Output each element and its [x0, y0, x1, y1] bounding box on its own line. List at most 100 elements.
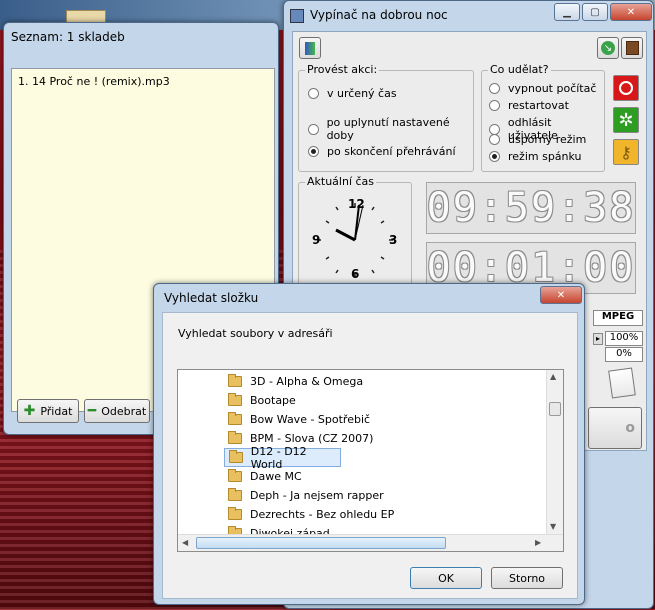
- maximize-button[interactable]: ▢: [582, 3, 608, 21]
- volume-bottom-value: 0%: [605, 347, 643, 362]
- arrow-down-right-icon: ↘: [601, 41, 615, 55]
- plus-icon: ✚: [23, 403, 36, 419]
- radio-sleep[interactable]: režim spánku: [489, 150, 582, 163]
- folder-icon: [228, 469, 242, 482]
- help-button[interactable]: [621, 37, 643, 59]
- cancel-button[interactable]: Storno: [491, 567, 563, 589]
- folder-item[interactable]: Dezrechts - Bez ohledu EP: [178, 505, 538, 524]
- folder-label: Dezrechts - Bez ohledu EP: [250, 508, 395, 521]
- clock-numeral-9: 9: [312, 233, 321, 247]
- clock-numeral-3: 3: [389, 233, 398, 247]
- folder-item[interactable]: Bootape: [178, 391, 538, 410]
- folder-item[interactable]: Dawe MC: [178, 467, 538, 486]
- radio-circle: [308, 88, 319, 99]
- main-title: Vypínač na dobrou noc: [310, 8, 448, 22]
- radio-standby[interactable]: úsporný režim: [489, 133, 586, 146]
- scroll-left-icon[interactable]: ◀: [182, 538, 188, 547]
- action-group: Provést akci: v určený čas po uplynutí n…: [298, 63, 474, 172]
- folder-label: BPM - Slova (CZ 2007): [250, 432, 374, 445]
- folder-tree[interactable]: 3D - Alpha & Omega Bootape Bow Wave - Spot…: [177, 369, 564, 552]
- radio-circle: [489, 83, 500, 94]
- volume-left-arrow[interactable]: ▸: [593, 333, 603, 345]
- radio-label: restartovat: [508, 99, 569, 112]
- skin-button[interactable]: [299, 37, 321, 59]
- radio-label: v určený čas: [327, 87, 397, 100]
- list-item[interactable]: 1. 14 Proč ne ! (remix).mp3: [12, 69, 274, 88]
- folder-item[interactable]: Bow Wave - Spotřebič: [178, 410, 538, 429]
- vertical-scrollbar[interactable]: ▲ ▼: [546, 370, 563, 536]
- folder-icon: [229, 450, 243, 463]
- radio-circle-selected: [308, 146, 319, 157]
- power-icon: [619, 81, 633, 95]
- scroll-right-icon[interactable]: ▶: [535, 538, 541, 547]
- volume-top-value: 100%: [605, 331, 643, 346]
- folder-item[interactable]: Deph - Ja nejsem rapper: [178, 486, 538, 505]
- playlist-titlebar[interactable]: Seznam: 1 skladeb: [4, 23, 278, 51]
- radio-circle: [489, 134, 500, 145]
- dialog-prompt: Vyhledat soubory v adresáři: [178, 327, 333, 340]
- cube-icon: [305, 41, 315, 55]
- remove-button[interactable]: ━ Odebrat: [84, 399, 150, 423]
- dialog-title: Vyhledat složku: [164, 291, 259, 305]
- action-group-legend: Provést akci:: [305, 63, 380, 76]
- folder-icon: [228, 431, 242, 444]
- dialog-titlebar[interactable]: Vyhledat složku: [154, 284, 584, 312]
- folder-label: Deph - Ja nejsem rapper: [250, 489, 384, 502]
- notepad-button[interactable]: [607, 366, 641, 400]
- radio-at-time[interactable]: v určený čas: [308, 87, 397, 100]
- app-icon: [290, 9, 304, 23]
- radio-circle-selected: [489, 151, 500, 162]
- radio-label: po skončení přehrávání: [327, 145, 456, 158]
- radio-label: úsporný režim: [508, 133, 587, 146]
- folder-icon: [228, 374, 242, 387]
- minus-icon: ━: [87, 403, 97, 419]
- minimize-button[interactable]: ▁: [554, 3, 580, 21]
- radio-after-duration[interactable]: po uplynutí nastavené doby: [308, 116, 473, 142]
- ok-button-label: OK: [438, 571, 454, 585]
- scroll-down-icon[interactable]: ▼: [550, 522, 556, 531]
- folder-label: Bootape: [250, 394, 296, 407]
- add-button[interactable]: ✚ Přidat: [17, 399, 79, 423]
- key-button[interactable]: ⚷: [613, 139, 639, 165]
- scroll-thumb[interactable]: [549, 402, 561, 416]
- radio-after-playback[interactable]: po skončení přehrávání: [308, 145, 456, 158]
- clock-numeral-6: 6: [351, 267, 360, 281]
- folder-icon: [228, 488, 242, 501]
- ok-button[interactable]: OK: [410, 567, 482, 589]
- radio-label: po uplynutí nastavené doby: [326, 116, 450, 142]
- radio-restart[interactable]: restartovat: [489, 99, 569, 112]
- clock-group: Aktuální čas 12 3 6 9: [298, 175, 412, 292]
- folder-label: Dawe MC: [250, 470, 302, 483]
- cancel-button-label: Storno: [508, 571, 546, 585]
- minimize-tray-button[interactable]: ↘: [597, 37, 619, 59]
- what-group-legend: Co udělat?: [488, 63, 551, 76]
- radio-label: režim spánku: [508, 150, 582, 163]
- notepad-icon: [608, 367, 636, 399]
- folder-item-selected[interactable]: D12 - D12 World: [224, 445, 341, 471]
- folder-label: Bow Wave - Spotřebič: [250, 413, 371, 426]
- close-button[interactable]: ✕: [610, 3, 652, 21]
- start-button[interactable]: ✲: [613, 107, 639, 133]
- remove-button-label: Odebrat: [101, 404, 147, 418]
- horizontal-scrollbar[interactable]: ◀ ▶: [178, 534, 563, 551]
- radio-shutdown[interactable]: vypnout počítač: [489, 82, 596, 95]
- spinner-icon: ✲: [618, 109, 634, 131]
- scroll-up-icon[interactable]: ▲: [550, 372, 556, 381]
- partial-button[interactable]: o: [588, 407, 642, 449]
- folder-item[interactable]: 3D - Alpha & Omega: [178, 372, 538, 391]
- radio-circle: [308, 123, 319, 135]
- key-icon: ⚷: [620, 142, 632, 162]
- partial-button-label: o: [625, 420, 635, 436]
- radio-circle: [489, 100, 500, 111]
- current-time-display: 09:59:38: [426, 182, 636, 234]
- folder-item[interactable]: BPM - Slova (CZ 2007): [178, 429, 538, 448]
- dialog-close-button[interactable]: ✕: [540, 286, 582, 304]
- radio-label: vypnout počítač: [508, 82, 597, 95]
- hscroll-thumb[interactable]: [196, 537, 446, 549]
- power-button[interactable]: [613, 75, 639, 101]
- format-label: MPEG: [593, 310, 643, 326]
- book-icon: [625, 41, 639, 55]
- folder-icon: [228, 507, 242, 520]
- folder-icon: [228, 393, 242, 406]
- folder-label: 3D - Alpha & Omega: [250, 375, 364, 388]
